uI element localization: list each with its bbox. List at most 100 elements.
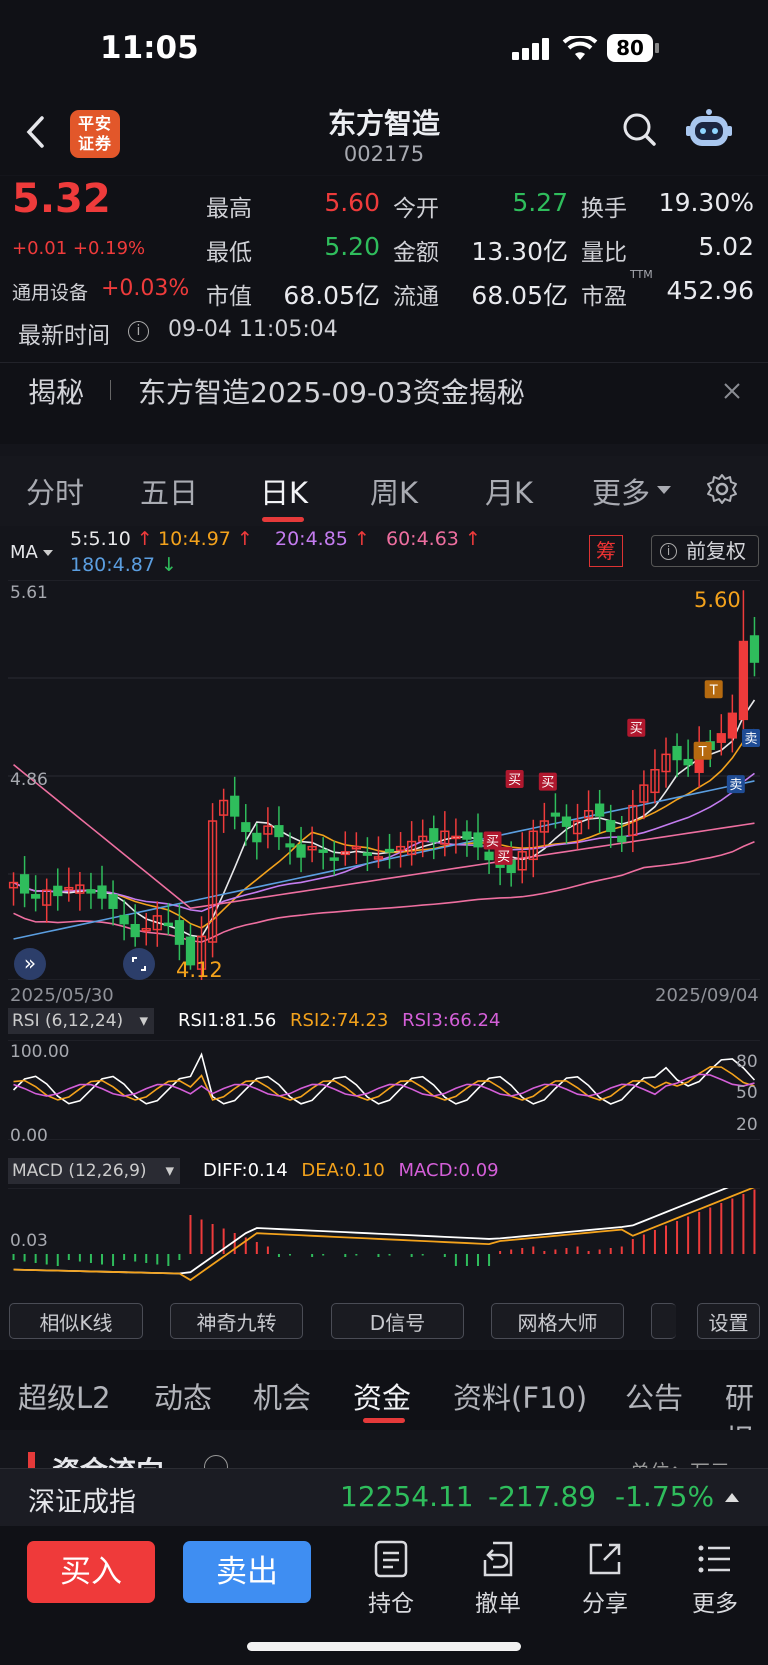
y-tick-label: 4.86 (10, 770, 48, 790)
info-icon[interactable]: i (128, 321, 149, 342)
rsi-right-tick: 50 (736, 1083, 758, 1103)
similar-kline-button[interactable]: 相似K线 (9, 1303, 143, 1339)
divider (0, 362, 768, 363)
robot-assistant-icon[interactable] (686, 108, 732, 152)
candle (606, 820, 616, 833)
rsi-selector[interactable]: RSI (6,12,24) ▾ (8, 1008, 154, 1034)
tab-level2[interactable]: 超级L2 (18, 1375, 111, 1417)
candle (130, 923, 140, 938)
candle (727, 712, 737, 739)
close-icon[interactable] (722, 381, 742, 401)
svg-text:买: 买 (486, 835, 499, 850)
stat-label: 换手 (581, 196, 627, 222)
more-tools-button[interactable] (651, 1303, 676, 1339)
index-value: 12254.11 (340, 1480, 474, 1513)
stat-label: 市盈 (581, 284, 627, 310)
chevron-down-icon: ▾ (139, 1011, 148, 1031)
buy-button[interactable]: 买入 (27, 1541, 155, 1603)
signal-marker: 买 (483, 831, 502, 850)
sector-change: +0.03% (101, 276, 190, 301)
kline-chart[interactable]: 买买买 买买TT卖卖 (8, 580, 760, 980)
chevron-down-icon[interactable] (656, 484, 672, 496)
tab-more[interactable]: 更多 (592, 470, 650, 512)
settings-button[interactable]: 设置 (697, 1303, 760, 1339)
tab-announcements[interactable]: 公告 (625, 1375, 683, 1417)
rsi-chart[interactable] (8, 1040, 760, 1140)
chevron-down-icon[interactable] (42, 549, 54, 557)
fullscreen-icon[interactable] (123, 948, 155, 980)
tab-opportunity[interactable]: 机会 (253, 1375, 311, 1417)
share-icon (589, 1543, 621, 1575)
reveal-link[interactable]: 东方智造2025-09-03资金揭秘 (138, 371, 525, 411)
macd-selector[interactable]: MACD (12,26,9) ▾ (8, 1158, 180, 1184)
candle (86, 889, 96, 894)
tab-minute[interactable]: 分时 (26, 470, 84, 512)
candle (53, 885, 63, 897)
tab-funds[interactable]: 资金 (353, 1375, 411, 1417)
signal-marker: 买 (505, 770, 524, 788)
adjust-mode-label: 前复权 (686, 539, 746, 563)
index-change: -217.89 (488, 1480, 597, 1513)
rsi-line (13, 1066, 755, 1101)
expand-icon[interactable]: » (14, 948, 46, 980)
stat-value: 13.30亿 (471, 237, 568, 266)
macd-name: MACD (12,26,9) (12, 1161, 147, 1181)
signal-marker: 买 (538, 772, 557, 791)
status-bar: 11:05 80 (0, 0, 768, 100)
candle (119, 914, 129, 925)
svg-text:买: 买 (497, 850, 510, 865)
trend-arrow: ↑ (464, 528, 481, 550)
signal-marker: 卖 (726, 775, 745, 794)
gear-icon[interactable] (706, 473, 738, 505)
info-icon: i (660, 543, 677, 560)
svg-text:卖: 卖 (729, 778, 742, 793)
rsi3-value: 66.24 (448, 1010, 501, 1031)
wifi-icon (562, 36, 598, 60)
candles (8, 590, 760, 980)
index-ticker[interactable]: 深证成指 12254.11 -217.89 -1.75% (0, 1468, 768, 1526)
chevron-down-icon: ▾ (165, 1161, 174, 1181)
nine-turn-button[interactable]: 神奇九转 (170, 1303, 303, 1339)
macd-chart[interactable] (8, 1188, 760, 1296)
sell-button[interactable]: 卖出 (183, 1541, 311, 1603)
ma-line (13, 728, 756, 929)
grid-master-button[interactable]: 网格大师 (491, 1303, 624, 1339)
candle (384, 848, 395, 853)
candle (163, 922, 173, 927)
tab-daily-k[interactable]: 日K (260, 470, 308, 512)
rsi2-label: RSI2 (290, 1010, 331, 1031)
tab-news[interactable]: 动态 (154, 1375, 212, 1417)
nav-bar: 平安证券 东方智造 002175 (0, 100, 768, 175)
tab-f10[interactable]: 资料(F10) (453, 1375, 587, 1417)
stat-label: 市值 (206, 284, 252, 310)
stat-value: 452.96 (666, 276, 754, 305)
candle (462, 831, 472, 840)
stat-value: 68.05亿 (283, 281, 380, 310)
search-icon[interactable] (622, 112, 658, 148)
candle (550, 812, 561, 817)
tab-weekly-k[interactable]: 周K (370, 470, 418, 512)
stat-label: 最高 (206, 196, 252, 222)
candle (97, 885, 107, 899)
d-signal-button[interactable]: D信号 (331, 1303, 464, 1339)
stat-value: 5.20 (324, 232, 380, 261)
sector-name[interactable]: 通用设备 (12, 278, 88, 305)
more-label: 更多 (692, 1591, 738, 1617)
macd-value: 0.09 (458, 1160, 499, 1181)
stat-value: 19.30% (658, 188, 754, 217)
tab-monthly-k[interactable]: 月K (485, 470, 533, 512)
cancel-order-button[interactable]: 撤单 (463, 1540, 533, 1618)
ma-label[interactable]: MA (10, 542, 38, 563)
tab-five-day[interactable]: 五日 (140, 470, 198, 512)
chevron-up-icon[interactable] (724, 1491, 740, 1503)
trend-arrow: ↑ (236, 528, 253, 550)
more-button[interactable]: 更多 (680, 1540, 750, 1618)
battery-icon: 80 (607, 34, 653, 62)
candle (362, 852, 373, 856)
stat-value: 68.05亿 (471, 281, 568, 310)
positions-button[interactable]: 持仓 (356, 1540, 426, 1618)
candle (19, 874, 30, 894)
ttm-sup: TTM (630, 268, 653, 281)
chip-distribution-button[interactable]: 筹 (589, 535, 623, 567)
share-button[interactable]: 分享 (570, 1540, 640, 1618)
